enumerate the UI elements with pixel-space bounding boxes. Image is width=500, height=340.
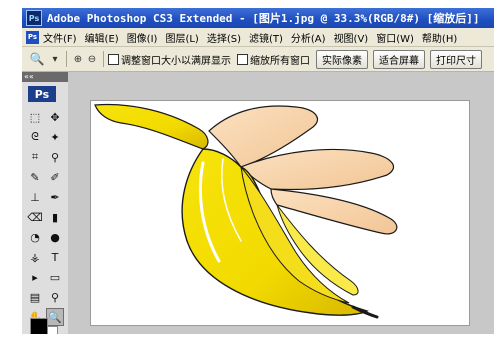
zoom-icon[interactable]: 🔍: [26, 50, 48, 68]
magic-wand-icon[interactable]: ✦: [46, 128, 64, 146]
resize-windows-checkbox[interactable]: 调整窗口大小以满屏显示: [108, 52, 231, 67]
marquee-icon[interactable]: ⬚: [26, 108, 44, 126]
window-title: Adobe Photoshop CS3 Extended - [图片1.jpg …: [47, 12, 480, 25]
toolbox: «« Ps ⬚ ✥ ᘓ ✦ ⌗ ⚲ ✎ ✐ ⊥ ✒ ⌫ ▮ ◔ ● ⚶ T ▸ ▭ ▤ ⚲ ✋ 🔍: [22, 72, 68, 334]
document-icon[interactable]: Ps: [26, 30, 39, 44]
eyedropper-icon[interactable]: ⚲: [46, 148, 64, 166]
eyedropper2-icon[interactable]: ⚲: [46, 288, 64, 306]
lasso-icon[interactable]: ᘓ: [26, 128, 44, 146]
menu-select[interactable]: 选择(S): [207, 30, 241, 45]
checkbox-box[interactable]: [237, 53, 248, 65]
move-icon[interactable]: ✥: [46, 108, 64, 126]
resize-windows-label: 调整窗口大小以满屏显示: [121, 55, 231, 67]
photoshop-window: Ps Adobe Photoshop CS3 Extended - [图片1.j…: [22, 8, 494, 334]
fit-screen-button[interactable]: 适合屏幕: [373, 49, 425, 69]
healing-icon[interactable]: ✎: [26, 168, 44, 186]
tool-grid: ⬚ ✥ ᘓ ✦ ⌗ ⚲ ✎ ✐ ⊥ ✒ ⌫ ▮ ◔ ● ⚶ T ▸ ▭ ▤ ⚲ ✋ 🔍: [26, 108, 68, 326]
zoom-tool-icon[interactable]: 🔍: [46, 308, 64, 326]
zoom-all-windows-label: 缩放所有窗口: [250, 55, 310, 67]
divider: [103, 51, 104, 67]
type-icon[interactable]: T: [46, 248, 64, 266]
menu-bar: Ps 文件(F) 编辑(E) 图像(I) 图层(L) 选择(S) 滤镜(T) 分…: [22, 28, 494, 47]
canvas-area[interactable]: [68, 72, 494, 334]
history-brush-icon[interactable]: ✒: [46, 188, 64, 206]
menu-view[interactable]: 视图(V): [334, 30, 369, 45]
path-select-icon[interactable]: ▸: [26, 268, 44, 286]
toolbox-logo: Ps: [28, 86, 56, 102]
menu-analysis[interactable]: 分析(A): [291, 30, 326, 45]
zoom-in-icon[interactable]: ⊕: [71, 51, 85, 67]
title-bar[interactable]: Ps Adobe Photoshop CS3 Extended - [图片1.j…: [22, 8, 494, 28]
document-canvas[interactable]: [90, 100, 470, 326]
foreground-color-swatch[interactable]: [30, 318, 48, 334]
menu-file[interactable]: 文件(F): [43, 30, 77, 45]
divider: [66, 51, 67, 67]
actual-pixels-button[interactable]: 实际像素: [316, 49, 368, 69]
menu-help[interactable]: 帮助(H): [422, 30, 457, 45]
toolbox-collapse[interactable]: ««: [22, 72, 68, 82]
menu-filter[interactable]: 滤镜(T): [249, 30, 283, 45]
pen-icon[interactable]: ⚶: [26, 248, 44, 266]
brush-icon[interactable]: ✐: [46, 168, 64, 186]
gradient-icon[interactable]: ▮: [46, 208, 64, 226]
crop-icon[interactable]: ⌗: [26, 148, 44, 166]
options-bar: 🔍 ▾ ⊕ ⊖ 调整窗口大小以满屏显示 缩放所有窗口 实际像素 适合屏幕 打印尺…: [22, 47, 494, 72]
menu-window[interactable]: 窗口(W): [376, 30, 414, 45]
zoom-out-icon[interactable]: ⊖: [85, 51, 99, 67]
stamp-icon[interactable]: ⊥: [26, 188, 44, 206]
zoom-all-windows-checkbox[interactable]: 缩放所有窗口: [237, 52, 310, 67]
app-logo-icon: Ps: [26, 10, 42, 26]
banana-image: [94, 103, 398, 319]
menu-layer[interactable]: 图层(L): [165, 30, 198, 45]
checkbox-box[interactable]: [108, 53, 119, 65]
notes-icon[interactable]: ▤: [26, 288, 44, 306]
dodge-icon[interactable]: ●: [46, 228, 64, 246]
print-size-button[interactable]: 打印尺寸: [430, 49, 482, 69]
shape-icon[interactable]: ▭: [46, 268, 64, 286]
chevron-down-icon[interactable]: ▾: [48, 51, 62, 67]
menu-edit[interactable]: 编辑(E): [85, 30, 119, 45]
blur-icon[interactable]: ◔: [26, 228, 44, 246]
eraser-icon[interactable]: ⌫: [26, 208, 44, 226]
menu-image[interactable]: 图像(I): [127, 30, 158, 45]
